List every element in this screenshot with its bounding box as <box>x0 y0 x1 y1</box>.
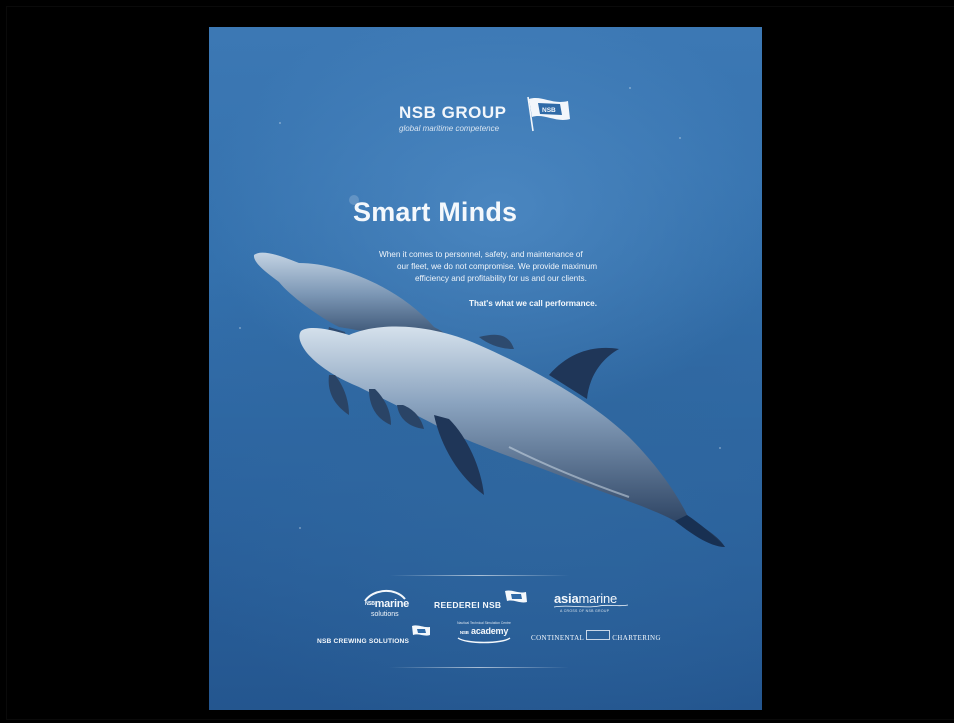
academy-prefix: NSB <box>459 630 469 635</box>
continental-chartering-logo: Continental Chartering <box>531 627 661 645</box>
marine-prefix: NSB <box>365 601 375 608</box>
top-divider <box>389 575 569 576</box>
continental-emblem-icon <box>586 629 611 640</box>
nsb-flag-small-icon <box>412 625 430 636</box>
continental-left: Continental <box>531 634 585 642</box>
marine-name: marine <box>374 598 410 610</box>
reederei-name: REEDEREI NSB <box>434 600 502 610</box>
nsb-academy-logo: Nautical Technical Simulation Centre NSB… <box>449 621 519 644</box>
asia-light: marine <box>578 591 618 606</box>
academy-pre: Nautical Technical Simulation Centre <box>457 621 511 625</box>
nsb-crewing-solutions-logo: NSB CREWING SOLUTIONS <box>317 625 430 648</box>
swoosh-icon <box>457 637 511 644</box>
bottom-divider <box>389 667 569 668</box>
asia-bold: asia <box>554 591 579 606</box>
reederei-nsb-logo: REEDEREI NSB <box>434 590 527 613</box>
nsb-flag-small-icon <box>505 590 527 603</box>
asiamarine-logo: asiamarine A CROSS OF NSB GROUP <box>554 591 628 613</box>
crewing-name: NSB CREWING SOLUTIONS <box>317 638 410 645</box>
marine-sub: solutions <box>371 611 399 618</box>
advertisement-poster: NSB GROUP global maritime competence NSB… <box>209 27 762 710</box>
asia-sub: A CROSS OF NSB GROUP <box>560 609 610 613</box>
academy-name: academy <box>471 626 509 636</box>
dolphin-front <box>299 326 725 547</box>
nsb-marine-solutions-logo: NSBmarine solutions <box>357 587 417 621</box>
continental-right: Chartering <box>612 634 661 642</box>
